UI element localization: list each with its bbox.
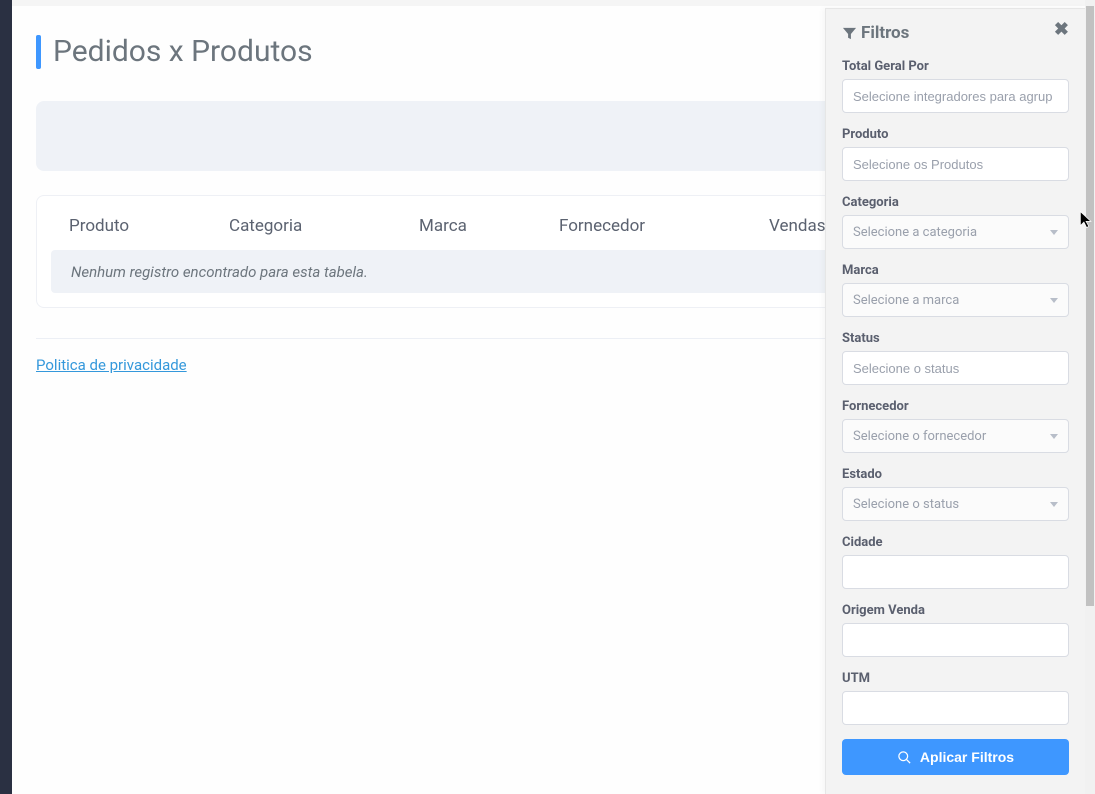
- col-categoria[interactable]: Categoria: [229, 216, 419, 236]
- select-marca[interactable]: Selecione a marca: [842, 283, 1069, 317]
- label-estado: Estado: [842, 467, 1069, 482]
- apply-filters-button[interactable]: Aplicar Filtros: [842, 739, 1069, 775]
- top-divider: [12, 0, 1095, 6]
- input-produto[interactable]: [842, 147, 1069, 181]
- close-icon[interactable]: ✖: [1054, 21, 1069, 39]
- input-origem-venda[interactable]: [842, 623, 1069, 657]
- privacy-policy-link[interactable]: Politica de privacidade: [36, 356, 187, 374]
- label-categoria: Categoria: [842, 195, 1069, 210]
- label-origem-venda: Origem Venda: [842, 603, 1069, 618]
- select-categoria[interactable]: Selecione a categoria: [842, 215, 1069, 249]
- title-accent-bar: [36, 35, 41, 69]
- col-produto[interactable]: Produto: [69, 216, 229, 236]
- label-fornecedor: Fornecedor: [842, 399, 1069, 414]
- search-icon: [897, 750, 912, 765]
- page-title: Pedidos x Produtos: [53, 34, 313, 69]
- chevron-down-icon: [1050, 434, 1058, 439]
- chevron-down-icon: [1050, 230, 1058, 235]
- col-marca[interactable]: Marca: [419, 216, 559, 236]
- select-estado[interactable]: Selecione o status: [842, 487, 1069, 521]
- label-utm: UTM: [842, 671, 1069, 686]
- chevron-down-icon: [1050, 502, 1058, 507]
- col-fornecedor[interactable]: Fornecedor: [559, 216, 769, 236]
- filters-panel: Filtros ✖ Total Geral Por Produto Catego…: [825, 8, 1085, 794]
- left-nav-strip: [0, 0, 12, 794]
- label-marca: Marca: [842, 263, 1069, 278]
- input-total-geral-por[interactable]: [842, 79, 1069, 113]
- label-produto: Produto: [842, 127, 1069, 142]
- empty-message: Nenhum registro encontrado para esta tab…: [71, 263, 368, 281]
- scrollbar-track[interactable]: [1085, 0, 1095, 794]
- apply-filters-label: Aplicar Filtros: [920, 749, 1014, 765]
- select-fornecedor-placeholder: Selecione o fornecedor: [853, 429, 986, 444]
- select-categoria-placeholder: Selecione a categoria: [853, 225, 977, 240]
- filters-title: Filtros: [861, 23, 909, 43]
- label-status: Status: [842, 331, 1069, 346]
- input-utm[interactable]: [842, 691, 1069, 725]
- input-status[interactable]: [842, 351, 1069, 385]
- chevron-down-icon: [1050, 298, 1058, 303]
- input-cidade[interactable]: [842, 555, 1069, 589]
- select-estado-placeholder: Selecione o status: [853, 497, 959, 512]
- scrollbar-thumb[interactable]: [1086, 6, 1094, 606]
- label-cidade: Cidade: [842, 535, 1069, 550]
- label-total-geral-por: Total Geral Por: [842, 59, 1069, 74]
- filters-header: Filtros ✖: [842, 23, 1069, 43]
- select-marca-placeholder: Selecione a marca: [853, 293, 959, 308]
- select-fornecedor[interactable]: Selecione o fornecedor: [842, 419, 1069, 453]
- filter-icon: [842, 26, 857, 41]
